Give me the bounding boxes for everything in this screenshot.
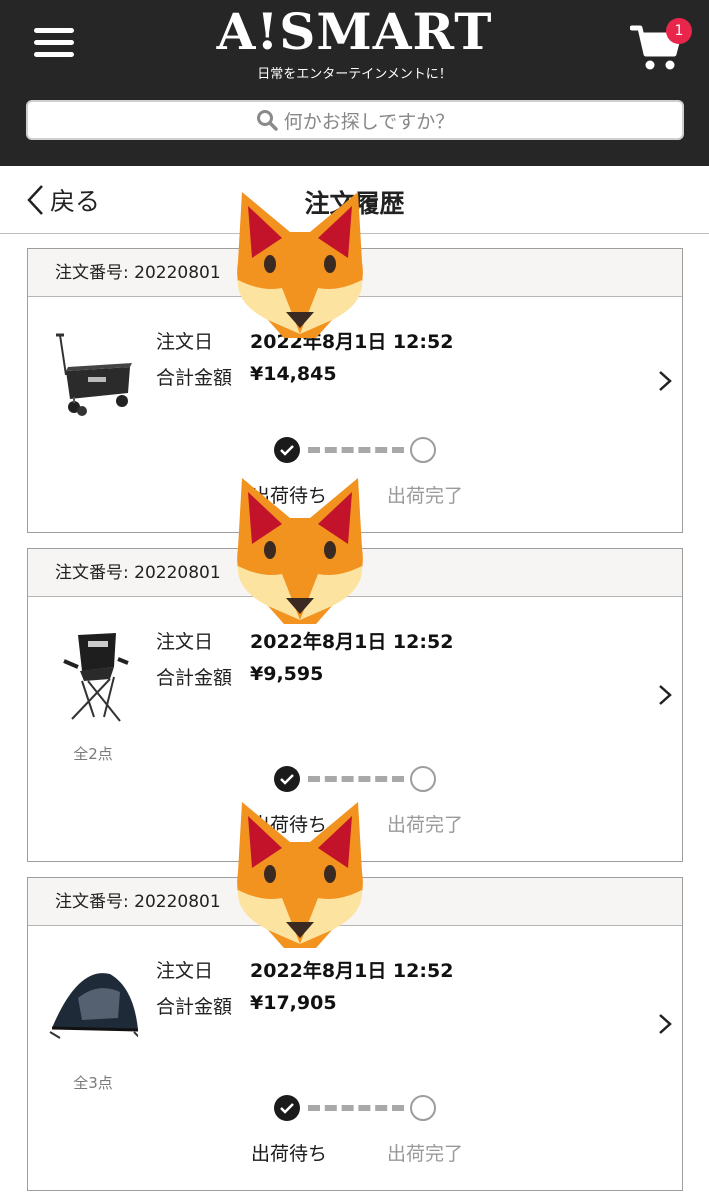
search-bar[interactable]: 何かお探しですか？: [26, 100, 684, 140]
status-step-awaiting-shipment: 出荷待ち: [250, 1143, 327, 1165]
status-step-done-check-icon: [274, 766, 300, 792]
fox-face-sticker-icon: [237, 192, 363, 338]
brand-tagline: 日常をエンターテインメントに！: [257, 67, 452, 82]
chevron-right-icon[interactable]: [658, 370, 672, 392]
chevron-right-icon[interactable]: [658, 684, 672, 706]
brand-logo[interactable]: A!SMART: [0, 2, 709, 62]
order-date-label: 注文日: [156, 960, 214, 982]
order-total-label: 合計金額: [156, 667, 233, 689]
order-total: ¥9,595: [250, 663, 324, 685]
order-date-label: 注文日: [156, 331, 214, 353]
status-step-shipped: 出荷完了: [386, 485, 463, 507]
order-date: 2022年8月1日 12:52: [250, 631, 454, 653]
status-progress-line: [308, 1105, 404, 1111]
status-progress-line: [308, 447, 404, 453]
cart-count-badge: 1: [666, 18, 692, 44]
chevron-right-icon[interactable]: [658, 1013, 672, 1035]
search-icon: [256, 110, 278, 131]
order-date: 2022年8月1日 12:52: [250, 960, 454, 982]
order-total-label: 合計金額: [156, 996, 233, 1018]
product-thumbnail-chair: [48, 627, 138, 727]
app-header: A!SMART 日常をエンターテインメントに！ 1 何かお探しですか？: [0, 0, 709, 166]
item-count: 全3点: [73, 1074, 113, 1092]
status-step-shipped: 出荷完了: [386, 814, 463, 836]
status-step-done-check-icon: [274, 1095, 300, 1121]
fox-face-sticker-icon: [237, 478, 363, 624]
status-progress-line: [308, 776, 404, 782]
item-count: 全2点: [73, 745, 113, 763]
search-placeholder: 何かお探しですか？: [283, 110, 455, 133]
order-date-label: 注文日: [156, 631, 214, 653]
product-thumbnail-wagon: [48, 329, 138, 429]
order-total-label: 合計金額: [156, 367, 233, 389]
status-step-done-check-icon: [274, 437, 300, 463]
product-thumbnail-tent: [48, 958, 141, 1058]
order-total: ¥14,845: [250, 363, 337, 385]
order-total: ¥17,905: [250, 992, 337, 1014]
status-step-pending-circle: [410, 766, 436, 792]
status-step-shipped: 出荷完了: [386, 1143, 463, 1165]
status-step-pending-circle: [410, 437, 436, 463]
status-step-pending-circle: [410, 1095, 436, 1121]
fox-face-sticker-icon: [237, 802, 363, 948]
